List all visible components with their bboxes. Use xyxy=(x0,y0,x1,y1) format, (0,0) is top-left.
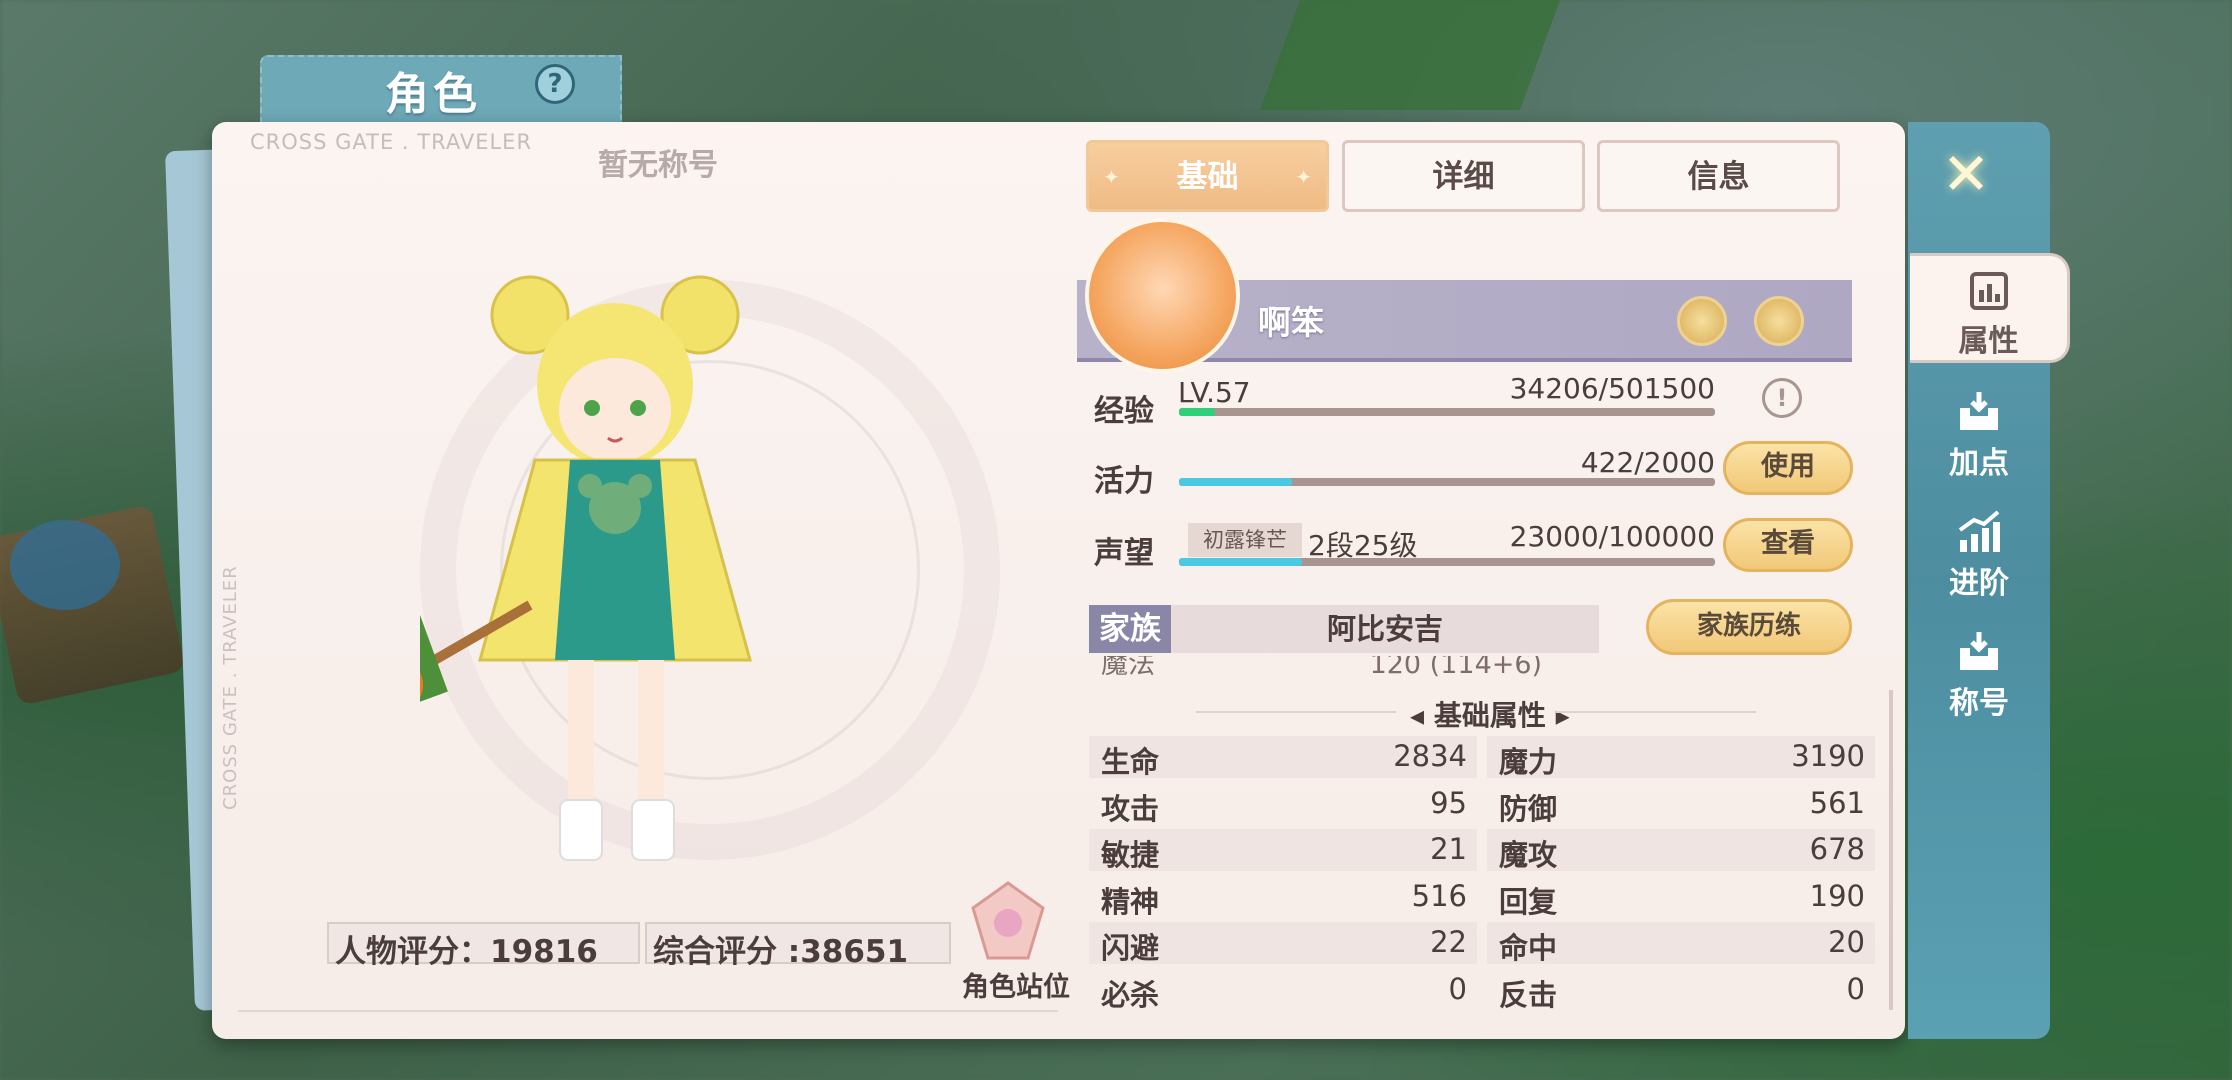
vitality-label: 活力 xyxy=(1094,464,1154,499)
attr-name: 命中 xyxy=(1499,931,1558,965)
exp-info-icon[interactable]: ! xyxy=(1762,378,1802,418)
side-item-advance[interactable]: 进阶 xyxy=(1908,498,2050,608)
inbox-icon xyxy=(1960,392,1998,430)
section-line-left xyxy=(1196,711,1396,713)
vitality-bar xyxy=(1179,478,1715,486)
avatar[interactable] xyxy=(1085,218,1240,373)
reputation-value: 23000/100000 xyxy=(1509,520,1715,553)
side-item-points[interactable]: 加点 xyxy=(1908,378,2050,488)
reputation-label: 声望 xyxy=(1094,536,1154,571)
attr-value: 678 xyxy=(1809,832,1865,866)
formation-icon[interactable] xyxy=(968,878,1048,968)
character-score: 人物评分：19816 xyxy=(327,922,640,970)
tab-basic[interactable]: ✦ 基础 ✦ xyxy=(1086,140,1329,212)
divider xyxy=(238,1010,1058,1012)
exp-bar xyxy=(1179,408,1715,416)
feather-icon[interactable] xyxy=(1677,296,1727,346)
overall-score: 综合评分 :38651 xyxy=(645,922,951,970)
attr-value: 2834 xyxy=(1393,739,1467,773)
formation-label[interactable]: 角色站位 xyxy=(962,965,1070,1004)
family-name: 阿比安吉 xyxy=(1171,605,1599,653)
palette-icon[interactable] xyxy=(1754,296,1804,346)
attr-value: 561 xyxy=(1809,785,1865,820)
attr-name: 魔攻 xyxy=(1499,838,1558,872)
attr-row: 魔攻 678 xyxy=(1487,829,1875,872)
brand-vertical-text: CROSS GATE . TRAVELER xyxy=(220,565,241,810)
attr-row: 命中 20 xyxy=(1487,922,1875,965)
scrollbar[interactable] xyxy=(1889,690,1893,1010)
attr-value: 95 xyxy=(1430,785,1467,820)
background-barrel xyxy=(10,520,120,610)
growth-icon xyxy=(1958,510,2000,552)
character-illustration[interactable] xyxy=(420,260,820,890)
family-trial-button[interactable]: 家族历练 xyxy=(1646,599,1852,655)
attr-row: 反击 0 xyxy=(1487,969,1875,1012)
attr-name: 必杀 xyxy=(1101,977,1160,1012)
vitality-bar-fill xyxy=(1179,478,1293,486)
basic-attr-title: ◂ 基础属性 ▸ xyxy=(1410,699,1570,732)
attr-name: 魔力 xyxy=(1499,745,1558,779)
character-title: 暂无称号 xyxy=(598,148,718,183)
side-item-attributes[interactable]: 属性 xyxy=(1910,253,2070,363)
reputation-bar xyxy=(1179,558,1715,566)
attr-value: 0 xyxy=(1846,971,1865,1006)
view-button[interactable]: 查看 xyxy=(1723,518,1853,572)
attr-value: 20 xyxy=(1828,925,1865,959)
inbox-icon xyxy=(1960,632,1998,670)
attr-value: 516 xyxy=(1411,878,1467,913)
attr-name: 精神 xyxy=(1101,884,1160,919)
attr-row: 魔力 3190 xyxy=(1487,736,1875,779)
page-title: 角色 xyxy=(385,69,481,120)
attr-name: 回复 xyxy=(1499,884,1558,919)
reputation-rank: 初露锋芒 xyxy=(1188,523,1302,557)
section-line-right xyxy=(1556,711,1756,713)
vitality-value: 422/2000 xyxy=(1580,446,1715,479)
player-name: 啊笨 xyxy=(1258,303,1324,342)
attr-value: 21 xyxy=(1430,832,1467,866)
tab-info[interactable]: 信息 xyxy=(1597,140,1840,212)
attr-value: 3190 xyxy=(1791,739,1865,773)
background-roof xyxy=(1259,0,1561,110)
attr-row: 生命 2834 xyxy=(1089,736,1477,779)
reputation-bar-fill xyxy=(1179,558,1303,566)
close-icon[interactable]: ✕ xyxy=(1936,145,1996,206)
attr-name: 敏捷 xyxy=(1101,838,1160,872)
tab-detail[interactable]: 详细 xyxy=(1342,140,1585,212)
use-button[interactable]: 使用 xyxy=(1723,441,1853,495)
attr-value: 0 xyxy=(1448,971,1467,1006)
attr-name: 攻击 xyxy=(1101,791,1160,826)
attr-row: 攻击 95 xyxy=(1089,783,1477,826)
exp-value: 34206/501500 xyxy=(1509,372,1715,405)
attr-row: 精神 516 xyxy=(1089,876,1477,919)
side-item-titles[interactable]: 称号 xyxy=(1908,618,2050,728)
chart-icon xyxy=(1969,272,2008,310)
attr-value: 22 xyxy=(1430,925,1467,959)
question-icon[interactable]: ? xyxy=(535,64,575,104)
attr-row: 防御 561 xyxy=(1487,783,1875,826)
level-text: LV.57 xyxy=(1178,376,1251,409)
attr-name: 闪避 xyxy=(1101,931,1160,965)
exp-label: 经验 xyxy=(1094,394,1154,429)
attr-value: 190 xyxy=(1809,878,1865,913)
attr-row: 闪避 22 xyxy=(1089,922,1477,965)
attr-name: 防御 xyxy=(1499,791,1558,826)
attr-row: 敏捷 21 xyxy=(1089,829,1477,872)
attr-row: 必杀 0 xyxy=(1089,969,1477,1012)
family-label: 家族 xyxy=(1089,605,1171,653)
attr-name: 生命 xyxy=(1101,745,1160,779)
brand-text: CROSS GATE . TRAVELER xyxy=(250,130,533,154)
attr-row: 回复 190 xyxy=(1487,876,1875,919)
attr-name: 反击 xyxy=(1499,977,1558,1012)
partial-attr-row: 魔法 120 (114+6) xyxy=(1101,656,1543,680)
exp-bar-fill xyxy=(1179,408,1216,416)
